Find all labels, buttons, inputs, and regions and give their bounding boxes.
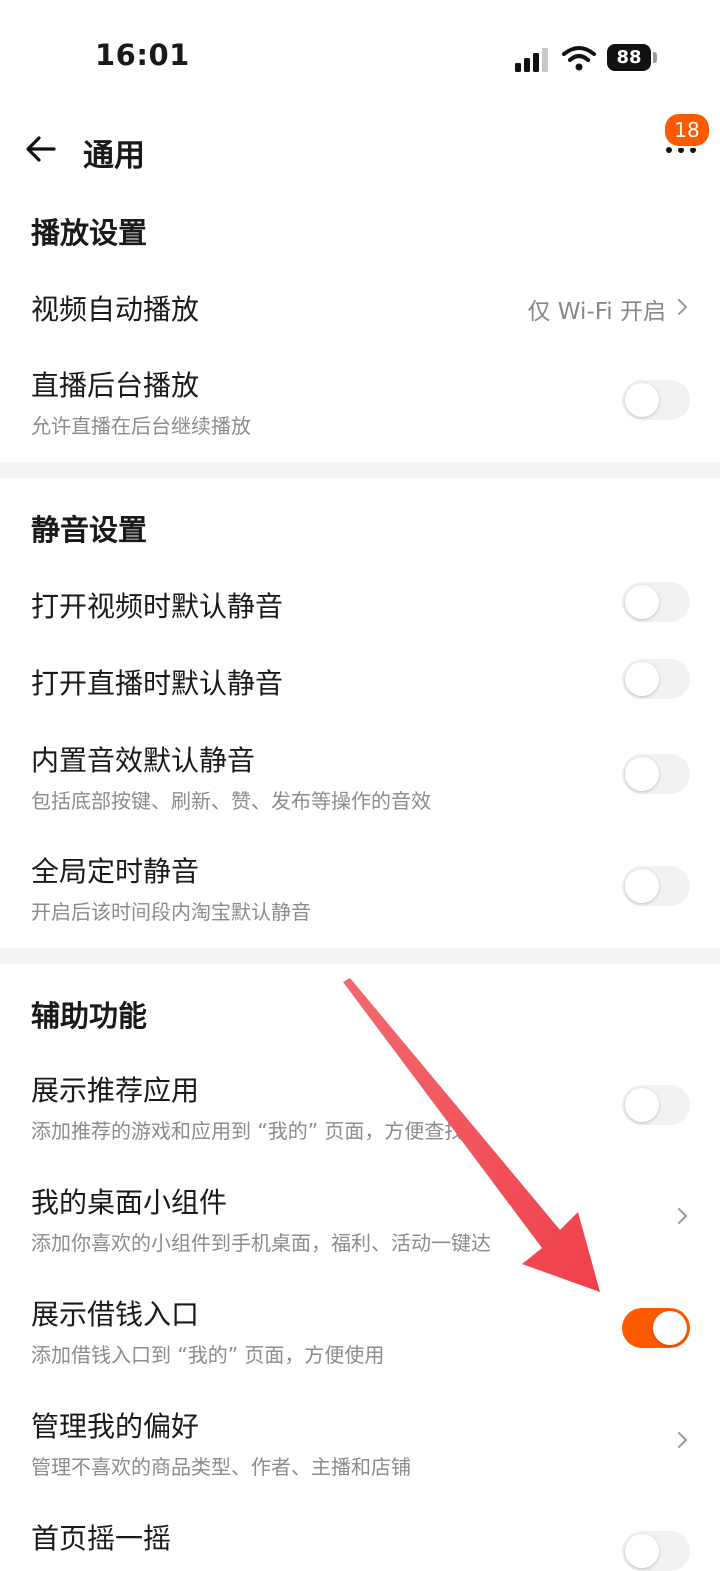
row-title: 直播后台播放 [31, 369, 200, 402]
row-title: 打开视频时默认静音 [31, 590, 284, 623]
battery-nub [653, 52, 657, 63]
toggle-knob [625, 662, 659, 696]
row-title: 视频自动播放 [31, 293, 200, 326]
row-video-mute: 打开视频时默认静音 [0, 565, 720, 641]
chevron-right-icon [678, 1208, 688, 1224]
toggle-recommended-apps[interactable] [622, 1085, 690, 1125]
nav-bar: 通用 18 [0, 110, 720, 200]
chevron-right-icon [678, 299, 688, 315]
section-title-mute: 静音设置 [31, 513, 148, 547]
row-value: 仅 Wi-Fi 开启 [527, 299, 667, 325]
toggle-shake[interactable] [622, 1531, 690, 1571]
back-arrow-icon[interactable] [24, 132, 58, 166]
row-timed-mute: 全局定时静音 开启后该时间段内淘宝默认静音 [0, 836, 720, 936]
row-subtitle: 添加借钱入口到 “我的” 页面，方便使用 [31, 1343, 385, 1367]
row-subtitle: 允许直播在后台继续播放 [31, 414, 251, 438]
section-title-assist: 辅助功能 [31, 999, 148, 1033]
wifi-icon [562, 46, 596, 71]
row-title: 我的桌面小组件 [31, 1186, 228, 1219]
toggle-sound-effects[interactable] [622, 754, 690, 794]
row-subtitle: 添加推荐的游戏和应用到 “我的” 页面，方便查找 [31, 1119, 465, 1143]
row-title: 内置音效默认静音 [31, 744, 256, 777]
row-title: 管理我的偏好 [31, 1410, 200, 1443]
row-title: 展示借钱入口 [31, 1298, 200, 1331]
toggle-live-mute[interactable] [622, 659, 690, 699]
page-title: 通用 [83, 138, 145, 174]
row-sound-effects: 内置音效默认静音 包括底部按键、刷新、赞、发布等操作的音效 [0, 725, 720, 825]
row-subtitle: 包括底部按键、刷新、赞、发布等操作的音效 [31, 789, 431, 813]
toggle-video-mute[interactable] [622, 582, 690, 622]
row-title: 展示推荐应用 [31, 1074, 200, 1107]
toggle-knob [625, 585, 659, 619]
row-preferences[interactable]: 管理我的偏好 管理不喜欢的商品类型、作者、主播和店铺 [0, 1391, 720, 1491]
toggle-knob [625, 1534, 659, 1568]
section-divider [0, 462, 720, 478]
row-subtitle: 管理不喜欢的商品类型、作者、主播和店铺 [31, 1455, 411, 1479]
status-time: 16:01 [95, 38, 190, 72]
row-live-mute: 打开直播时默认静音 [0, 642, 720, 718]
toggle-loan-entry[interactable] [622, 1308, 690, 1348]
row-video-autoplay[interactable]: 视频自动播放 仅 Wi-Fi 开启 [0, 270, 720, 342]
toggle-knob [625, 869, 659, 903]
section-divider [0, 948, 720, 964]
notification-badge: 18 [663, 112, 711, 148]
chevron-right-icon [678, 1432, 688, 1448]
signal-icon [515, 48, 551, 72]
row-subtitle: 开启后该时间段内淘宝默认静音 [31, 900, 311, 924]
status-bar: 16:01 88 [0, 0, 720, 110]
toggle-knob [625, 1088, 659, 1122]
toggle-knob [653, 1311, 687, 1345]
row-recommended-apps: 展示推荐应用 添加推荐的游戏和应用到 “我的” 页面，方便查找 [0, 1055, 720, 1155]
battery-icon: 88 [607, 44, 651, 71]
row-subtitle: 添加你喜欢的小组件到手机桌面，福利、活动一键达 [31, 1231, 491, 1255]
toggle-timed-mute[interactable] [622, 866, 690, 906]
section-title-playback: 播放设置 [31, 216, 148, 250]
toggle-knob [625, 383, 659, 417]
row-title: 首页摇一摇 [31, 1522, 172, 1555]
row-shake: 首页摇一摇 [0, 1503, 720, 1571]
row-widgets[interactable]: 我的桌面小组件 添加你喜欢的小组件到手机桌面，福利、活动一键达 [0, 1167, 720, 1267]
row-live-background: 直播后台播放 允许直播在后台继续播放 [0, 350, 720, 450]
row-title: 打开直播时默认静音 [31, 667, 284, 700]
row-loan-entry: 展示借钱入口 添加借钱入口到 “我的” 页面，方便使用 [0, 1279, 720, 1379]
toggle-knob [625, 757, 659, 791]
toggle-live-background[interactable] [622, 380, 690, 420]
row-title: 全局定时静音 [31, 855, 200, 888]
